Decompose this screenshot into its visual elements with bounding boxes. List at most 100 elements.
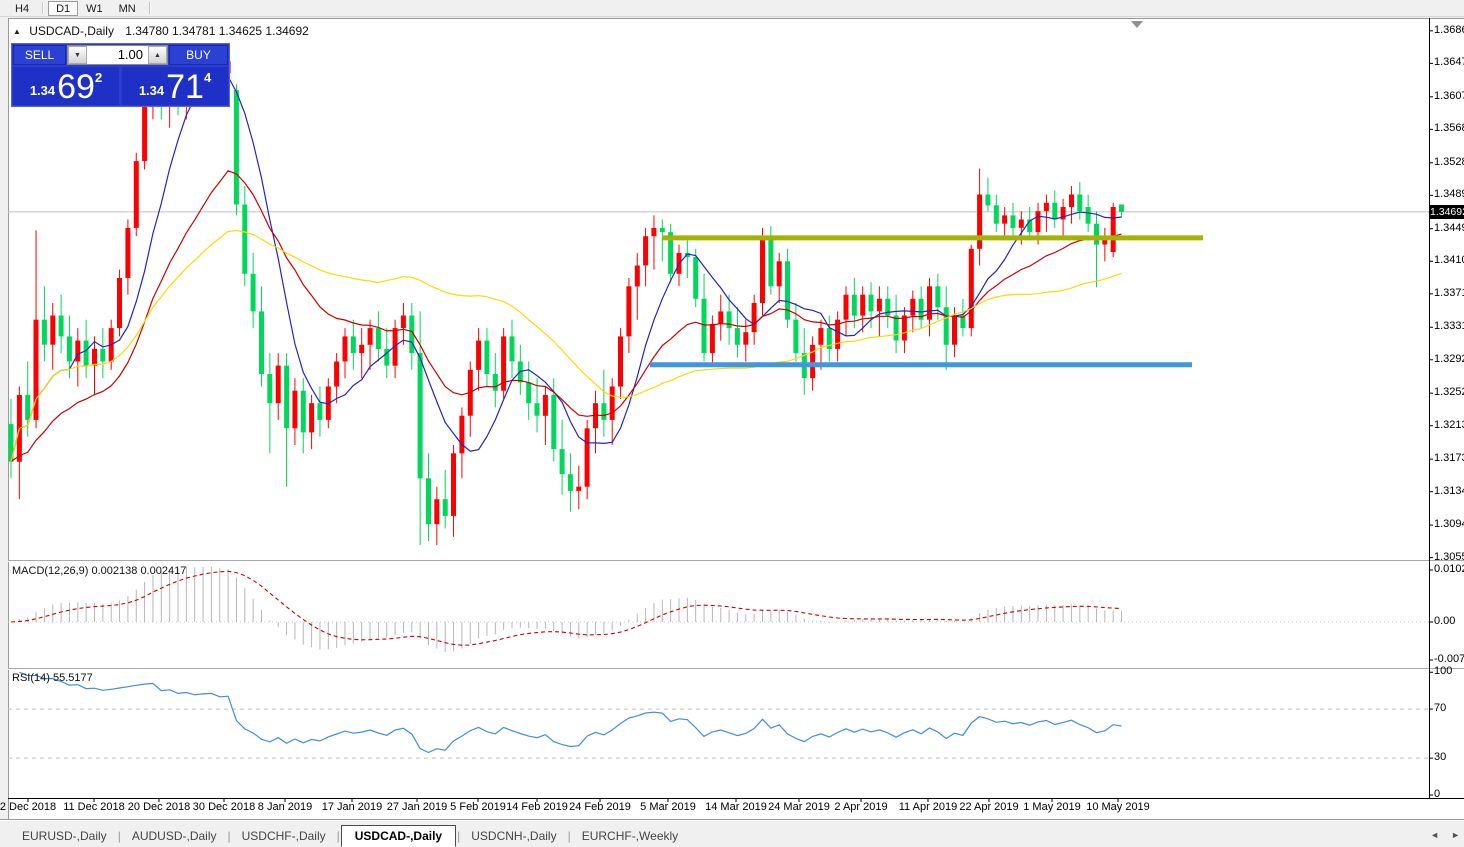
candle-body — [702, 299, 707, 353]
candle-body — [551, 395, 556, 449]
candle-body — [894, 316, 899, 341]
one-click-trading-panel: SELL ▼ 1.00 ▲ BUY 1.34 69 2 1.34 71 4 — [11, 43, 230, 107]
candle-body — [752, 303, 757, 332]
rsi-line — [19, 672, 1121, 752]
rsi-axis-label: 100 — [1434, 665, 1452, 677]
candle-body — [276, 366, 281, 404]
candle-body — [92, 349, 97, 366]
sell-button[interactable]: SELL — [13, 45, 66, 65]
timeframe-button-w1[interactable]: W1 — [78, 1, 111, 16]
tab-eurchfweekly[interactable]: EURCHF-,Weekly — [572, 825, 688, 847]
candle-body — [910, 299, 915, 316]
price-axis-label: 1.33710 — [1434, 287, 1464, 299]
candle-body — [777, 261, 782, 286]
candle-body — [1086, 207, 1091, 224]
volume-stepper: ▼ 1.00 ▲ — [67, 45, 168, 65]
candle-body — [484, 341, 489, 374]
candle-body — [1036, 211, 1041, 232]
tab-usdcaddaily[interactable]: USDCAD-,Daily — [341, 825, 456, 847]
candle-body — [301, 391, 306, 433]
price-axis-label: 1.35680 — [1434, 122, 1464, 134]
candle-body — [1011, 215, 1016, 228]
timeframe-button-mn[interactable]: MN — [111, 1, 144, 16]
chart-symbol-label: USDCAD-,Daily — [29, 24, 114, 38]
price-axis-label: 1.32920 — [1434, 353, 1464, 365]
candle-body — [259, 311, 264, 374]
candle-body — [343, 336, 348, 361]
macd-label: MACD(12,26,9) 0.002138 0.002417 — [12, 565, 186, 577]
tab-eurusddaily[interactable]: EURUSD-,Daily — [12, 825, 117, 847]
candle-body — [743, 332, 748, 345]
candle-body — [67, 336, 72, 361]
candle-body — [610, 387, 615, 420]
time-axis-label: 1 May 2019 — [1023, 801, 1080, 813]
candle-body — [1019, 220, 1024, 228]
candle-body — [100, 349, 105, 362]
candle-body — [1119, 205, 1124, 212]
time-axis-label: 14 Feb 2019 — [506, 801, 568, 813]
volume-increase-icon[interactable]: ▲ — [148, 46, 167, 64]
tab-usdcnhdaily[interactable]: USDCNH-,Daily — [461, 825, 566, 847]
time-axis-label: 5 Feb 2019 — [450, 801, 506, 813]
chart-shift-marker-icon[interactable] — [1131, 21, 1143, 28]
price-axis-label: 1.31340 — [1434, 485, 1464, 497]
candle-body — [42, 320, 47, 345]
buy-price-pip: 4 — [204, 70, 211, 85]
price-axis-label: 1.32520 — [1434, 386, 1464, 398]
tab-usdchfdaily[interactable]: USDCHF-,Daily — [232, 825, 336, 847]
time-axis-label: 8 Jan 2019 — [258, 801, 312, 813]
rsi-axis-label: 30 — [1434, 751, 1446, 763]
candle-body — [952, 316, 957, 345]
candle-body — [735, 328, 740, 345]
buy-price-main: 71 — [166, 73, 204, 102]
time-axis-label: 2 Dec 2018 — [0, 801, 56, 813]
sell-price-pip: 2 — [95, 70, 102, 85]
candle-body — [585, 428, 590, 486]
price-axis-label: 1.30940 — [1434, 518, 1464, 530]
chart-title: ▲ USDCAD-,Daily 1.34780 1.34781 1.34625 … — [13, 24, 309, 38]
candle-body — [284, 366, 289, 429]
current-price-tag: 1.34692 — [1429, 205, 1464, 219]
collapse-triangle-icon[interactable]: ▲ — [13, 27, 21, 36]
candle-body — [309, 403, 314, 432]
candle-body — [418, 353, 423, 478]
candle-body — [651, 228, 656, 236]
candle-body — [660, 228, 665, 232]
candle-body — [969, 249, 974, 328]
candle-body — [635, 266, 640, 287]
candle-body — [234, 90, 239, 204]
candle-body — [718, 311, 723, 324]
candle-body — [944, 307, 949, 345]
macd-axis-label: 0.00 — [1434, 615, 1455, 627]
time-axis-label: 11 Dec 2018 — [63, 801, 125, 813]
candle-body — [543, 395, 548, 416]
candle-body — [476, 341, 481, 370]
candle-body — [125, 228, 130, 278]
tab-scroll-left-icon[interactable]: ◄ — [1430, 830, 1439, 840]
candle-body — [869, 295, 874, 312]
candle-body — [25, 395, 30, 420]
time-axis-label: 22 Apr 2019 — [959, 801, 1018, 813]
time-axis-label: 11 Apr 2019 — [899, 801, 958, 813]
candle-body — [1052, 203, 1057, 220]
candle-body — [526, 382, 531, 403]
time-axis-label: 17 Jan 2019 — [322, 801, 383, 813]
candle-body — [852, 295, 857, 316]
candle-body — [351, 336, 356, 353]
timeframe-button-d1[interactable]: D1 — [48, 1, 78, 16]
rsi-label: RSI(14) 55.5177 — [12, 672, 93, 684]
tab-audusddaily[interactable]: AUDUSD-,Daily — [122, 825, 227, 847]
tab-scroll-right-icon[interactable]: ► — [1451, 830, 1460, 840]
buy-button[interactable]: BUY — [169, 45, 228, 65]
buy-price-prefix: 1.34 — [139, 83, 164, 98]
volume-decrease-icon[interactable]: ▼ — [68, 46, 87, 64]
candle-body — [643, 236, 648, 265]
sell-price-display[interactable]: 1.34 69 2 — [13, 67, 119, 105]
candle-body — [493, 374, 498, 391]
candle-body — [1094, 224, 1099, 245]
volume-field[interactable]: 1.00 — [87, 46, 148, 64]
buy-price-display[interactable]: 1.34 71 4 — [122, 67, 228, 105]
timeframe-button-h4[interactable]: H4 — [7, 1, 37, 16]
time-axis-label: 10 May 2019 — [1086, 801, 1150, 813]
candle-body — [768, 236, 773, 286]
